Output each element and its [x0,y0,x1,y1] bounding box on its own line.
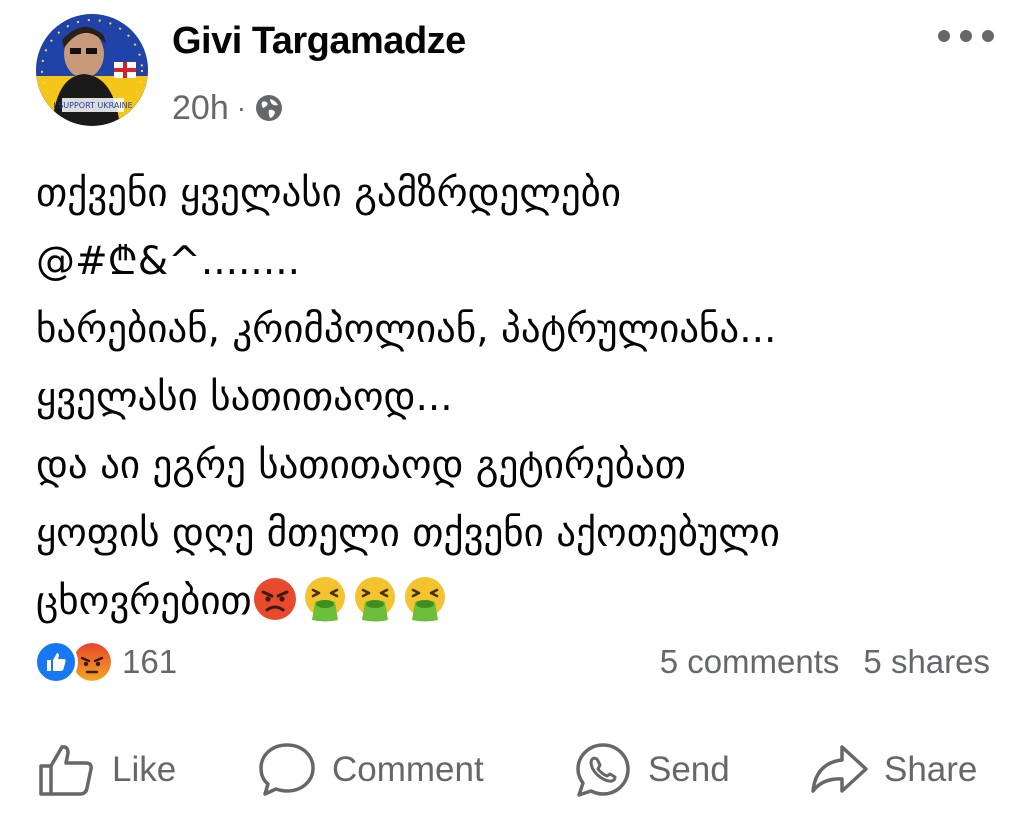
post-line: ყველასი სათითაოდ... [36,375,453,420]
angry-face-icon [253,578,296,620]
reaction-count: 161 [122,643,178,680]
like-label: Like [112,750,177,789]
more-dot [960,30,972,42]
send-label: Send [648,750,730,789]
whatsapp-icon [576,743,630,797]
post-line: თქვენი ყველასი გამზრდელები [36,171,622,216]
comment-button[interactable]: Comment [256,730,484,810]
post-line: ცხოვრებით [36,579,252,624]
more-dot [938,30,950,42]
send-button[interactable]: Send [572,730,730,810]
post-line: @#₾&^........ [36,239,301,284]
share-arrow-icon [811,745,868,793]
author-name[interactable]: Givi Targamadze [172,20,466,63]
globe-icon[interactable] [254,93,284,123]
author-avatar[interactable]: I SUPPORT UKRAINE [36,14,148,126]
more-dot [982,30,994,42]
comment-bubble-icon [259,743,315,796]
vomiting-face-icon [404,577,445,622]
post-text: თქვენი ყველასი გამზრდელები @#₾&^........… [36,160,996,636]
post-header: I SUPPORT UKRAINE Givi Targamadze 20h · [0,0,1024,140]
post-line: ყოფის დღე მთელი თქვენი აქოთებული [36,511,780,556]
vomiting-face-icon [354,577,395,622]
share-label: Share [884,750,978,789]
post-meta: 20h · [172,86,284,130]
engagement-stats: 5 comments 5 shares [660,638,990,686]
post-line: და აი ეგრე სათითაოდ გეტირებათ [36,443,687,488]
reactions-summary[interactable]: 161 [34,638,177,686]
post-line: ხარებიან, კრიმპოლიან, პატრულიანა... [36,307,777,352]
share-button[interactable]: Share [808,730,977,810]
shares-count-link[interactable]: 5 shares [863,643,990,681]
comments-count-link[interactable]: 5 comments [660,643,840,681]
avatar-badge-text: I SUPPORT UKRAINE [53,101,132,110]
meta-separator: · [236,92,247,123]
more-options-icon[interactable] [938,24,994,48]
like-button[interactable]: Like [36,730,176,810]
action-bar: Like Comment Send Share [0,730,1024,810]
like-reaction-icon [34,640,78,684]
comment-label: Comment [332,750,484,789]
thumbs-up-icon [39,745,93,796]
post-timestamp[interactable]: 20h [172,89,229,128]
post-last-line: ცხოვრებით [36,568,996,636]
vomiting-face-icon [304,577,345,622]
